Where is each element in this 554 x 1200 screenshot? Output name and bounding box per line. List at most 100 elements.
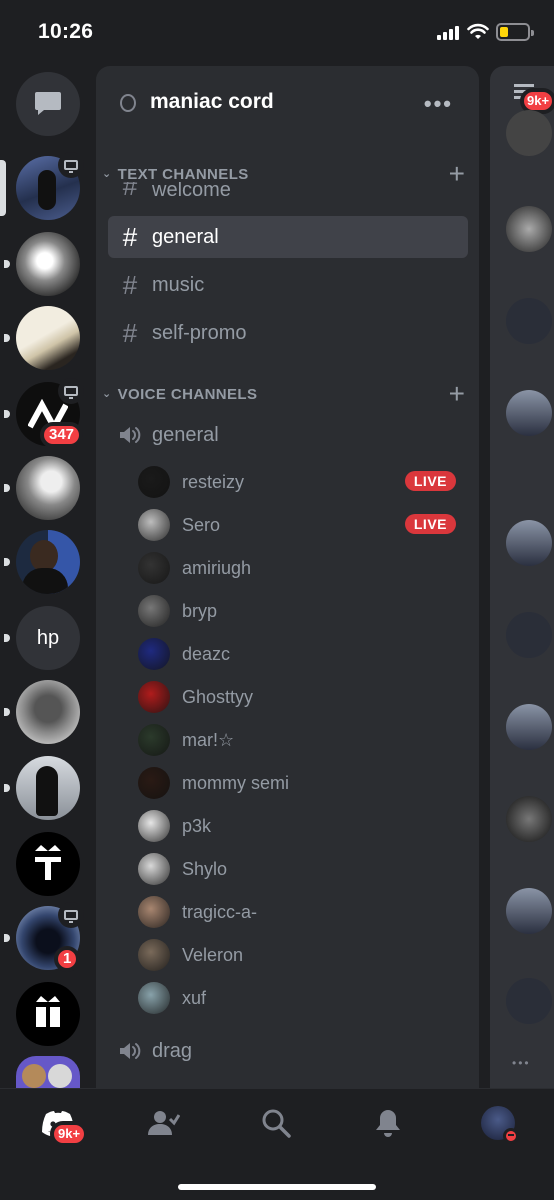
member-name: Ghosttyy [182, 686, 254, 707]
server-icon-6[interactable] [4, 530, 80, 594]
message-avatar [506, 206, 552, 252]
message-avatar [506, 110, 552, 156]
voice-channel-drag[interactable]: drag [108, 1030, 468, 1072]
more-options-button[interactable]: ••• [424, 91, 453, 117]
category-text-channels[interactable]: ⌄ TEXT CHANNELS [102, 166, 249, 183]
tab-profile[interactable] [478, 1103, 519, 1144]
server-icon-2[interactable] [4, 232, 80, 296]
chat-peek-panel[interactable]: 9k+ ••• [490, 66, 554, 1088]
voice-member[interactable]: p3k [138, 808, 458, 844]
voice-member[interactable]: tragicc-a- [138, 894, 458, 930]
server-rail: 347 hp 1 [0, 66, 96, 1088]
member-name: p3k [182, 815, 212, 836]
server-icon-10[interactable] [16, 832, 80, 896]
voice-member[interactable]: Sero LIVE [138, 507, 458, 543]
selected-indicator [0, 160, 6, 216]
mention-badge: 347 [40, 422, 84, 448]
server-icon-4[interactable]: 347 [4, 378, 84, 448]
tab-search[interactable] [256, 1103, 296, 1143]
avatar [138, 939, 170, 971]
chat-bubble-icon [35, 92, 61, 115]
members-icon [514, 84, 534, 87]
message-avatar [506, 978, 552, 1024]
voice-member[interactable]: Shylo [138, 851, 458, 887]
server-icon-5[interactable] [4, 456, 80, 520]
message-avatar [506, 390, 552, 436]
tab-notifications[interactable] [368, 1103, 408, 1143]
voice-member[interactable]: xuf [138, 980, 458, 1016]
avatar [138, 595, 170, 627]
bell-icon [376, 1110, 400, 1137]
voice-member[interactable]: amiriugh [138, 550, 458, 586]
avatar [138, 724, 170, 756]
voice-member[interactable]: bryp [138, 593, 458, 629]
add-voice-channel-button[interactable]: + [449, 380, 465, 408]
server-icon-9[interactable] [4, 756, 80, 820]
avatar [138, 982, 170, 1014]
voice-member[interactable]: deazc [138, 636, 458, 672]
server-icon-13[interactable] [16, 1056, 80, 1088]
streaming-icon [58, 902, 84, 928]
voice-member[interactable]: mar!☆ [138, 722, 458, 758]
member-name: deazc [182, 643, 231, 664]
live-badge: LIVE [404, 514, 456, 534]
member-name: mar!☆ [182, 729, 235, 750]
member-name: amiriugh [182, 557, 252, 578]
chevron-down-icon: ⌄ [102, 388, 112, 400]
category-voice-channels[interactable]: ⌄ VOICE CHANNELS [102, 386, 257, 403]
battery-icon [496, 23, 534, 41]
avatar [138, 896, 170, 928]
server-icon-1[interactable] [0, 152, 84, 220]
server-icon-8[interactable] [4, 680, 80, 744]
avatar [138, 466, 170, 498]
server-icon-hp[interactable]: hp [4, 606, 80, 670]
home-unread-badge: 9k+ [50, 1121, 89, 1147]
search-icon [262, 1109, 291, 1138]
tab-home[interactable]: 9k+ [38, 1103, 89, 1147]
channel-name: self-promo [152, 321, 247, 344]
message-avatar [506, 796, 552, 842]
voice-member[interactable]: Ghosttyy [138, 679, 458, 715]
voice-channel-general[interactable]: general [108, 414, 468, 456]
voice-member[interactable]: Veleron [138, 937, 458, 973]
member-name: Veleron [182, 944, 244, 965]
avatar [138, 810, 170, 842]
channel-self-promo[interactable]: # self-promo [108, 312, 468, 354]
message-avatar [506, 888, 552, 934]
message-avatar [506, 520, 552, 566]
hash-icon: # [122, 317, 138, 348]
cellular-signal-icon [437, 26, 459, 40]
channel-music[interactable]: # music [108, 264, 468, 306]
channel-general[interactable]: # general [108, 216, 468, 258]
server-header[interactable]: maniac cord ••• [96, 66, 479, 138]
avatar [138, 767, 170, 799]
status-time: 10:26 [38, 20, 94, 43]
channel-name: general [152, 423, 219, 446]
server-icon-12[interactable] [16, 982, 80, 1046]
server-icon-11[interactable]: 1 [4, 902, 84, 972]
member-name: Sero [182, 514, 221, 535]
channel-welcome[interactable]: # welcome [108, 182, 468, 202]
member-name: bryp [182, 600, 218, 621]
voice-member[interactable]: resteizy LIVE [138, 464, 458, 500]
member-name: resteizy [182, 471, 245, 492]
message-avatar [506, 704, 552, 750]
streaming-icon [58, 378, 84, 404]
channel-name: general [152, 225, 219, 248]
mention-badge: 1 [54, 946, 81, 972]
message-avatar [506, 298, 552, 344]
member-name: xuf [182, 987, 207, 1008]
tab-friends[interactable] [144, 1103, 184, 1143]
dnd-status-icon [503, 1128, 519, 1144]
hash-icon: # [122, 269, 138, 300]
member-name: tragicc-a- [182, 901, 258, 922]
server-icon-3[interactable] [4, 306, 80, 370]
typing-indicator-icon: ••• [512, 1056, 531, 1070]
avatar [138, 638, 170, 670]
channel-name: drag [152, 1039, 193, 1062]
voice-member[interactable]: mommy semi [138, 765, 458, 801]
direct-messages-button[interactable] [16, 72, 80, 136]
avatar [138, 853, 170, 885]
speaker-icon [120, 427, 141, 443]
avatar [138, 552, 170, 584]
